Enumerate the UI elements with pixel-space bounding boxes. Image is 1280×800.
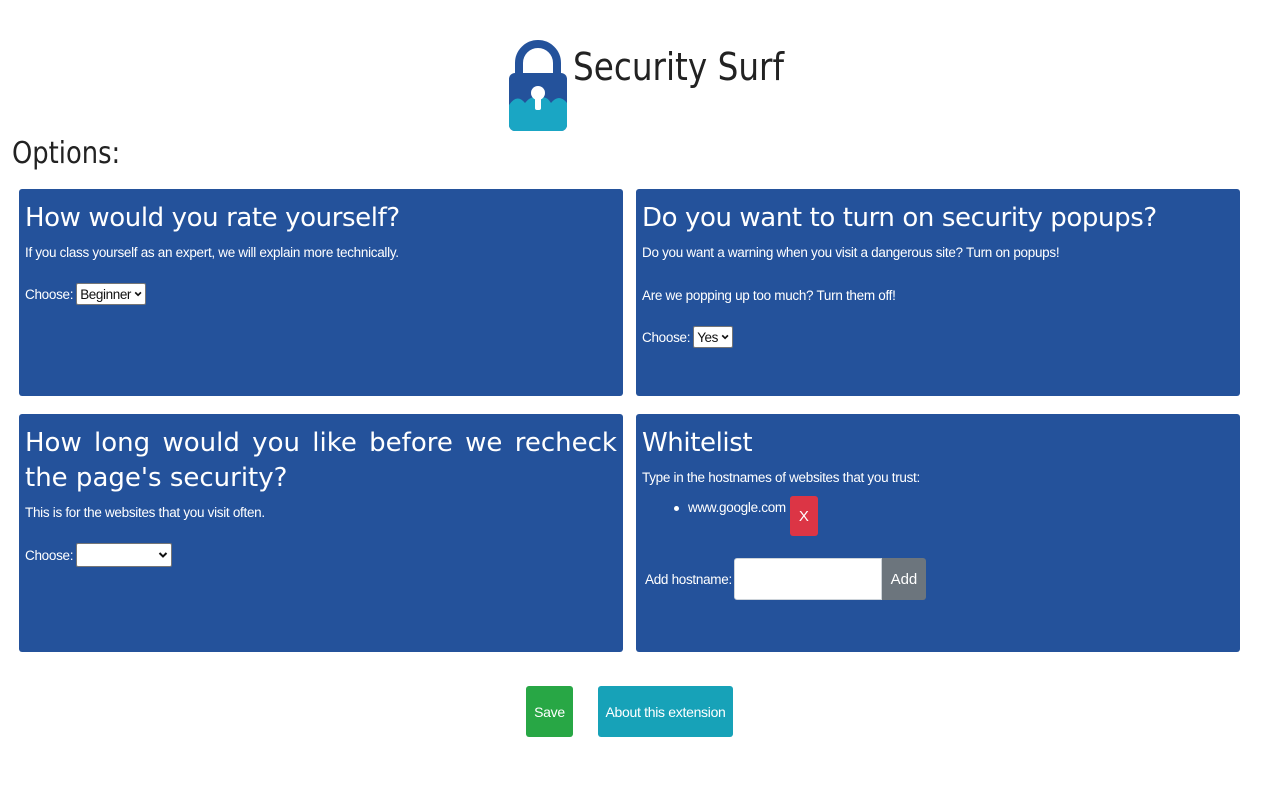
popups-select-value: Yes [697, 329, 719, 345]
recheck-card: How long would you like before we rechec… [19, 414, 623, 652]
popups-card: Do you want to turn on security popups? … [636, 189, 1240, 396]
remove-hostname-button[interactable]: X [789, 496, 818, 536]
chevron-down-icon [134, 291, 142, 297]
whitelist-list: www.google.com X [642, 496, 1234, 536]
rating-card: How would you rate yourself? If you clas… [19, 189, 623, 396]
whitelist-title: Whitelist [642, 428, 753, 458]
add-hostname-label: Add hostname: [645, 571, 732, 587]
rating-title: How would you rate yourself? [25, 203, 400, 233]
whitelist-card: Whitelist Type in the hostnames of websi… [636, 414, 1240, 652]
popups-choose-row: Choose: Yes [642, 326, 1234, 348]
popups-description-1: Do you want a warning when you visit a d… [642, 245, 1060, 260]
chevron-down-icon [158, 552, 168, 558]
rating-select-value: Beginner [80, 286, 132, 302]
save-button[interactable]: Save [526, 686, 573, 737]
whitelist-item: www.google.com X [674, 496, 1234, 536]
options-heading: Options: [12, 136, 121, 171]
recheck-choose-row: Choose: [25, 543, 617, 567]
popups-choose-label: Choose: [642, 329, 691, 345]
popups-select[interactable]: Yes [693, 326, 734, 348]
whitelist-description: Type in the hostnames of websites that y… [642, 470, 920, 485]
recheck-select[interactable] [76, 543, 173, 567]
hostname-input[interactable] [733, 558, 882, 600]
rating-description: If you class yourself as an expert, we w… [25, 245, 399, 260]
recheck-description: This is for the websites that you visit … [25, 505, 265, 520]
rating-select[interactable]: Beginner [76, 283, 147, 305]
popups-title: Do you want to turn on security popups? [642, 203, 1157, 233]
recheck-choose-label: Choose: [25, 547, 74, 563]
bullet-icon [674, 506, 679, 511]
add-hostname-row: Add hostname: Add [645, 558, 1234, 600]
chevron-down-icon [721, 334, 729, 340]
rating-choose-label: Choose: [25, 286, 74, 302]
header: Security Surf [0, 0, 1280, 135]
popups-description-2: Are we popping up too much? Turn them of… [642, 288, 896, 303]
about-extension-button[interactable]: About this extension [598, 686, 733, 737]
recheck-title: How long would you like before we rechec… [25, 428, 617, 493]
app-title: Security Surf [573, 45, 784, 89]
rating-choose-row: Choose: Beginner [25, 283, 617, 305]
add-hostname-button[interactable]: Add [881, 558, 926, 600]
padlock-icon [509, 40, 567, 131]
whitelist-hostname: www.google.com [688, 500, 786, 515]
